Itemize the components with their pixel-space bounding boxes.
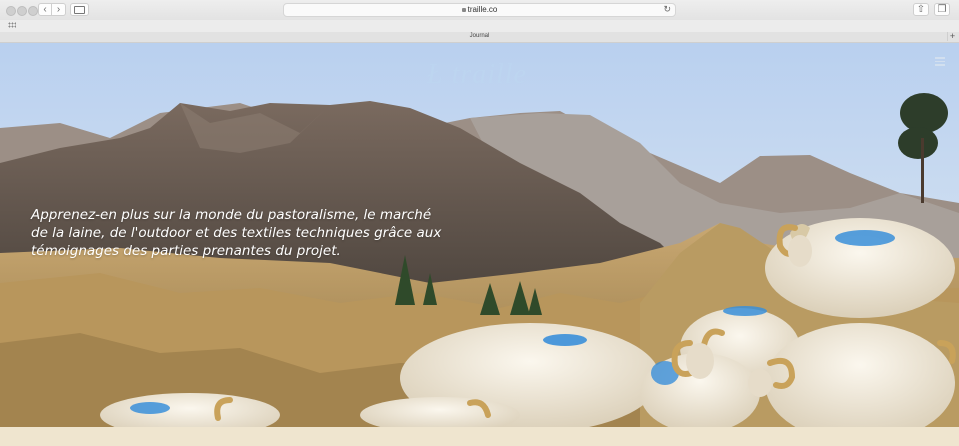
zoom-window-button[interactable]: [28, 6, 38, 16]
chevron-left-icon: ‹: [43, 4, 47, 15]
forward-button[interactable]: ›: [52, 3, 66, 16]
lock-icon: [461, 8, 466, 12]
tab-bar: Journal +: [0, 32, 959, 43]
plus-icon: +: [949, 31, 956, 41]
close-window-button[interactable]: [6, 6, 16, 16]
menu-icon[interactable]: [935, 57, 945, 66]
reload-icon[interactable]: ↻: [663, 4, 671, 15]
tabs-icon: ❐: [937, 4, 947, 15]
apps-grid-icon[interactable]: [8, 22, 16, 28]
sidebar-icon: [74, 6, 85, 14]
url-display: traille.co: [284, 5, 675, 14]
new-tab-button[interactable]: +: [947, 32, 957, 41]
share-icon: ⇧: [916, 4, 926, 15]
navigation-buttons: ‹ ›: [38, 3, 66, 16]
address-bar[interactable]: traille.co ↻: [283, 3, 676, 17]
hero-description: Apprenez-en plus sur la monde du pastora…: [31, 207, 442, 259]
url-text: traille.co: [467, 5, 498, 14]
page-bottom-strip: [0, 427, 959, 446]
minimize-window-button[interactable]: [17, 6, 27, 16]
tab-journal[interactable]: Journal: [0, 33, 959, 39]
sidebar-toggle-button[interactable]: [70, 3, 89, 16]
page-viewport: Ł traille Apprenez-en plus sur la monde …: [0, 43, 959, 427]
browser-toolbar: ‹ › traille.co ↻ ⇧ ❐: [0, 0, 959, 20]
share-button[interactable]: ⇧: [913, 3, 929, 16]
traille-logo[interactable]: Ł traille: [427, 59, 527, 91]
tabs-overview-button[interactable]: ❐: [934, 3, 950, 16]
back-button[interactable]: ‹: [38, 3, 52, 16]
chevron-right-icon: ›: [56, 4, 61, 15]
